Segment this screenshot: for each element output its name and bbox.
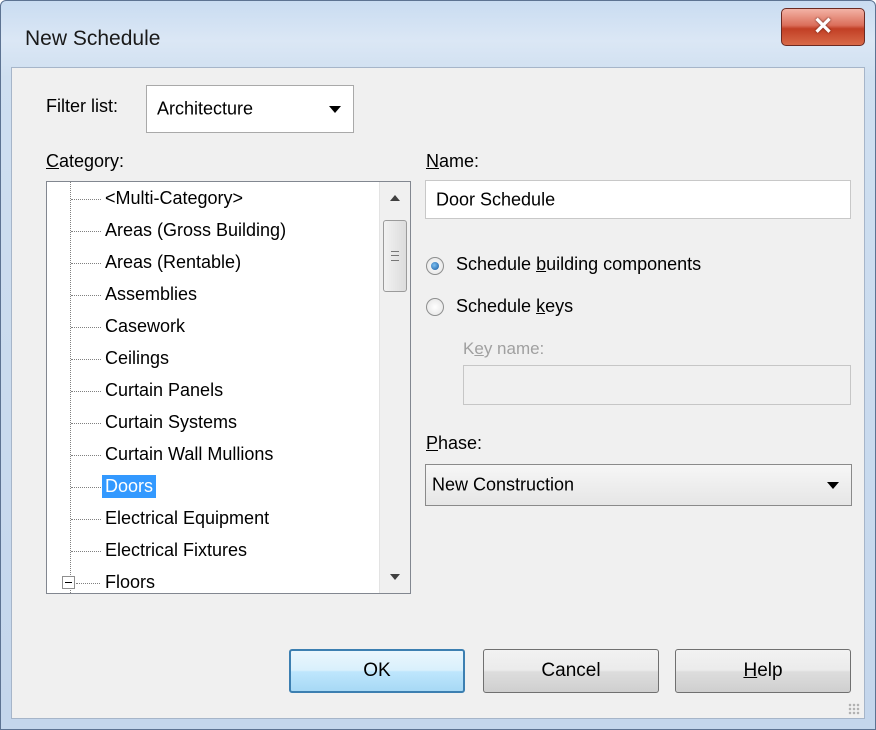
schedule-components-label[interactable]: Schedule building components	[456, 254, 701, 275]
tree-connector	[71, 295, 101, 296]
cancel-button[interactable]: Cancel	[483, 649, 659, 693]
category-item[interactable]: <Multi-Category>	[47, 184, 377, 214]
help-button[interactable]: Help	[675, 649, 851, 693]
resize-grip-icon[interactable]	[848, 703, 860, 715]
phase-value: New Construction	[432, 474, 575, 495]
close-button[interactable]: ✕	[781, 8, 865, 46]
category-item-label: Curtain Systems	[105, 412, 238, 432]
category-item-label: <Multi-Category>	[105, 188, 244, 208]
key-name-input[interactable]	[463, 365, 851, 405]
tree-connector	[71, 391, 101, 392]
key-name-label: Key name:	[463, 339, 545, 358]
help-button-label: Help	[743, 660, 783, 681]
category-item-label: Assemblies	[105, 284, 198, 304]
cancel-button-label: Cancel	[541, 660, 601, 681]
tree-connector	[71, 487, 101, 488]
chevron-down-icon	[827, 482, 839, 489]
name-label: Name:	[426, 151, 480, 171]
tree-connector	[71, 327, 101, 328]
category-item-label: Casework	[105, 316, 186, 336]
filter-list-dropdown[interactable]: Architecture	[146, 85, 354, 133]
category-scrollbar[interactable]	[379, 182, 410, 593]
tree-connector	[71, 519, 101, 520]
category-label: Category:	[46, 151, 125, 171]
tree-connector	[71, 455, 101, 456]
category-item-label: Electrical Equipment	[105, 508, 270, 528]
tree-connector	[76, 583, 100, 584]
tree-connector	[71, 199, 101, 200]
category-item-label: Areas (Gross Building)	[105, 220, 287, 240]
name-value: Door Schedule	[436, 189, 556, 209]
category-item[interactable]: Ceilings	[47, 344, 377, 374]
close-icon: ✕	[812, 13, 834, 40]
category-item[interactable]: Floors	[47, 568, 377, 593]
category-item[interactable]: Curtain Wall Mullions	[47, 440, 377, 470]
collapse-icon[interactable]	[62, 576, 75, 589]
category-item[interactable]: Casework	[47, 312, 377, 342]
phase-label: Phase:	[426, 433, 483, 453]
name-input[interactable]: Door Schedule	[425, 180, 851, 219]
window-title: New Schedule	[25, 27, 161, 50]
scroll-thumb[interactable]	[383, 220, 407, 292]
category-item-label: Ceilings	[105, 348, 170, 368]
category-item-label: Areas (Rentable)	[105, 252, 242, 272]
schedule-keys-radio[interactable]	[426, 298, 444, 316]
category-item-label: Electrical Fixtures	[105, 540, 248, 560]
tree-connector	[71, 551, 101, 552]
tree-connector	[71, 423, 101, 424]
category-item[interactable]: Curtain Systems	[47, 408, 377, 438]
chevron-down-icon	[329, 106, 341, 113]
category-item[interactable]: Assemblies	[47, 280, 377, 310]
title-bar[interactable]: New Schedule ✕	[1, 1, 875, 67]
filter-list-value: Architecture	[157, 98, 254, 119]
category-item[interactable]: Areas (Rentable)	[47, 248, 377, 278]
phase-dropdown[interactable]: New Construction	[425, 464, 852, 506]
category-item[interactable]: Electrical Fixtures	[47, 536, 377, 566]
tree-connector	[71, 263, 101, 264]
ok-button-label: OK	[363, 660, 391, 681]
schedule-keys-label[interactable]: Schedule keys	[456, 296, 573, 317]
tree-connector	[71, 231, 101, 232]
category-item[interactable]: Curtain Panels	[47, 376, 377, 406]
filter-list-label: Filter list:	[46, 96, 118, 116]
category-item[interactable]: Electrical Equipment	[47, 504, 377, 534]
scroll-up-button[interactable]	[380, 182, 410, 212]
category-item-label: Curtain Panels	[105, 380, 224, 400]
category-item-label: Floors	[105, 572, 156, 592]
category-listbox[interactable]: <Multi-Category> Areas (Gross Building) Ar…	[46, 181, 411, 594]
ok-button[interactable]: OK	[289, 649, 465, 693]
category-item[interactable]: Areas (Gross Building)	[47, 216, 377, 246]
category-item-label: Curtain Wall Mullions	[105, 444, 274, 464]
tree-connector	[71, 359, 101, 360]
schedule-components-radio[interactable]	[426, 257, 444, 275]
category-item[interactable]: Doors	[47, 472, 377, 502]
category-item-label: Doors	[102, 475, 157, 498]
scroll-down-button[interactable]	[380, 563, 410, 593]
